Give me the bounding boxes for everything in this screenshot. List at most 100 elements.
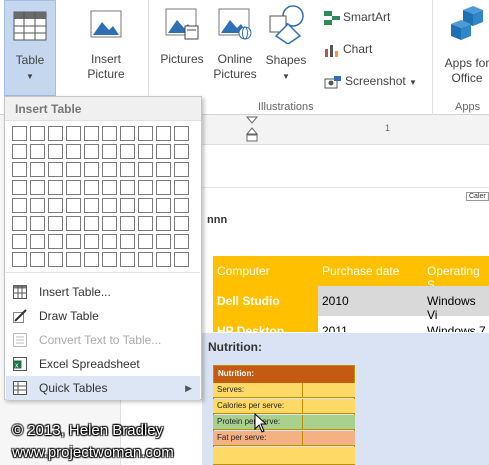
grid-cell[interactable] bbox=[156, 216, 171, 231]
grid-cell[interactable] bbox=[102, 198, 117, 213]
excel-spreadsheet-menu-item[interactable]: x Excel Spreadsheet bbox=[6, 352, 200, 376]
grid-cell[interactable] bbox=[120, 144, 135, 159]
grid-cell[interactable] bbox=[156, 234, 171, 249]
online-pictures-button[interactable]: Online Pictures bbox=[210, 0, 260, 96]
grid-cell[interactable] bbox=[120, 180, 135, 195]
grid-cell[interactable] bbox=[120, 126, 135, 141]
grid-cell[interactable] bbox=[102, 126, 117, 141]
pictures-button[interactable]: Pictures bbox=[158, 0, 206, 96]
pictures-label: Pictures bbox=[160, 52, 204, 66]
grid-cell[interactable] bbox=[12, 180, 27, 195]
grid-cell[interactable] bbox=[66, 162, 81, 177]
grid-cell[interactable] bbox=[48, 234, 63, 249]
grid-cell[interactable] bbox=[174, 216, 189, 231]
quick-tables-menu-item[interactable]: Quick Tables ▶ bbox=[6, 376, 200, 400]
grid-cell[interactable] bbox=[120, 216, 135, 231]
grid-cell[interactable] bbox=[174, 126, 189, 141]
grid-cell[interactable] bbox=[174, 234, 189, 249]
grid-cell[interactable] bbox=[138, 144, 153, 159]
grid-cell[interactable] bbox=[66, 234, 81, 249]
grid-cell[interactable] bbox=[156, 198, 171, 213]
grid-cell[interactable] bbox=[120, 252, 135, 267]
smartart-icon bbox=[324, 10, 340, 25]
grid-cell[interactable] bbox=[66, 144, 81, 159]
grid-cell[interactable] bbox=[48, 162, 63, 177]
grid-cell[interactable] bbox=[30, 252, 45, 267]
grid-cell[interactable] bbox=[174, 144, 189, 159]
grid-cell[interactable] bbox=[138, 252, 153, 267]
grid-cell[interactable] bbox=[102, 234, 117, 249]
grid-cell[interactable] bbox=[138, 126, 153, 141]
grid-cell[interactable] bbox=[84, 252, 99, 267]
grid-cell[interactable] bbox=[120, 234, 135, 249]
grid-cell[interactable] bbox=[102, 216, 117, 231]
grid-cell[interactable] bbox=[30, 126, 45, 141]
grid-cell[interactable] bbox=[66, 252, 81, 267]
grid-cell[interactable] bbox=[138, 162, 153, 177]
grid-cell[interactable] bbox=[102, 144, 117, 159]
grid-cell[interactable] bbox=[12, 162, 27, 177]
grid-cell[interactable] bbox=[30, 180, 45, 195]
grid-cell[interactable] bbox=[30, 234, 45, 249]
grid-cell[interactable] bbox=[120, 162, 135, 177]
grid-cell[interactable] bbox=[174, 252, 189, 267]
insert-table-menu-item[interactable]: Insert Table... bbox=[6, 280, 200, 304]
grid-cell[interactable] bbox=[84, 180, 99, 195]
grid-cell[interactable] bbox=[12, 144, 27, 159]
grid-cell[interactable] bbox=[84, 216, 99, 231]
grid-cell[interactable] bbox=[156, 126, 171, 141]
grid-cell[interactable] bbox=[102, 162, 117, 177]
grid-cell[interactable] bbox=[156, 162, 171, 177]
smartart-button[interactable]: SmartArt bbox=[324, 8, 390, 26]
grid-cell[interactable] bbox=[30, 144, 45, 159]
grid-cell[interactable] bbox=[156, 144, 171, 159]
grid-cell[interactable] bbox=[84, 144, 99, 159]
grid-cell[interactable] bbox=[138, 180, 153, 195]
grid-cell[interactable] bbox=[48, 198, 63, 213]
grid-cell[interactable] bbox=[84, 198, 99, 213]
chart-button[interactable]: Chart bbox=[324, 40, 372, 58]
grid-cell[interactable] bbox=[12, 234, 27, 249]
grid-cell[interactable] bbox=[102, 252, 117, 267]
grid-cell[interactable] bbox=[84, 234, 99, 249]
grid-cell[interactable] bbox=[156, 180, 171, 195]
grid-cell[interactable] bbox=[12, 198, 27, 213]
grid-cell[interactable] bbox=[66, 216, 81, 231]
grid-cell[interactable] bbox=[48, 144, 63, 159]
grid-cell[interactable] bbox=[174, 162, 189, 177]
grid-cell[interactable] bbox=[120, 198, 135, 213]
grid-cell[interactable] bbox=[102, 180, 117, 195]
table-button[interactable]: Table ▼ bbox=[4, 0, 56, 96]
grid-cell[interactable] bbox=[12, 252, 27, 267]
draw-table-label: Draw Table bbox=[39, 309, 99, 323]
grid-cell[interactable] bbox=[84, 126, 99, 141]
insert-picture-button[interactable]: Insert Picture bbox=[80, 0, 132, 96]
grid-cell[interactable] bbox=[48, 126, 63, 141]
grid-cell[interactable] bbox=[174, 180, 189, 195]
screenshot-button[interactable]: Screenshot ▼ bbox=[324, 72, 417, 90]
grid-cell[interactable] bbox=[138, 216, 153, 231]
grid-cell[interactable] bbox=[138, 198, 153, 213]
grid-cell[interactable] bbox=[174, 198, 189, 213]
shapes-button[interactable]: Shapes ▼ bbox=[262, 0, 310, 96]
grid-cell[interactable] bbox=[84, 162, 99, 177]
grid-cell[interactable] bbox=[48, 216, 63, 231]
grid-cell[interactable] bbox=[48, 252, 63, 267]
grid-cell[interactable] bbox=[66, 180, 81, 195]
convert-text-menu-item[interactable]: Convert Text to Table... bbox=[6, 328, 200, 352]
grid-cell[interactable] bbox=[30, 216, 45, 231]
grid-cell[interactable] bbox=[12, 216, 27, 231]
grid-cell[interactable] bbox=[12, 126, 27, 141]
draw-table-menu-item[interactable]: Draw Table bbox=[6, 304, 200, 328]
shapes-icon bbox=[269, 5, 304, 45]
grid-cell[interactable] bbox=[48, 180, 63, 195]
partial-text: nnn bbox=[207, 214, 228, 226]
grid-cell[interactable] bbox=[156, 252, 171, 267]
grid-cell[interactable] bbox=[66, 198, 81, 213]
grid-cell[interactable] bbox=[138, 234, 153, 249]
apps-for-office-button[interactable]: Apps for Office bbox=[440, 0, 489, 96]
grid-cell[interactable] bbox=[30, 162, 45, 177]
chart-label: Chart bbox=[343, 42, 373, 56]
grid-cell[interactable] bbox=[30, 198, 45, 213]
grid-cell[interactable] bbox=[66, 126, 81, 141]
